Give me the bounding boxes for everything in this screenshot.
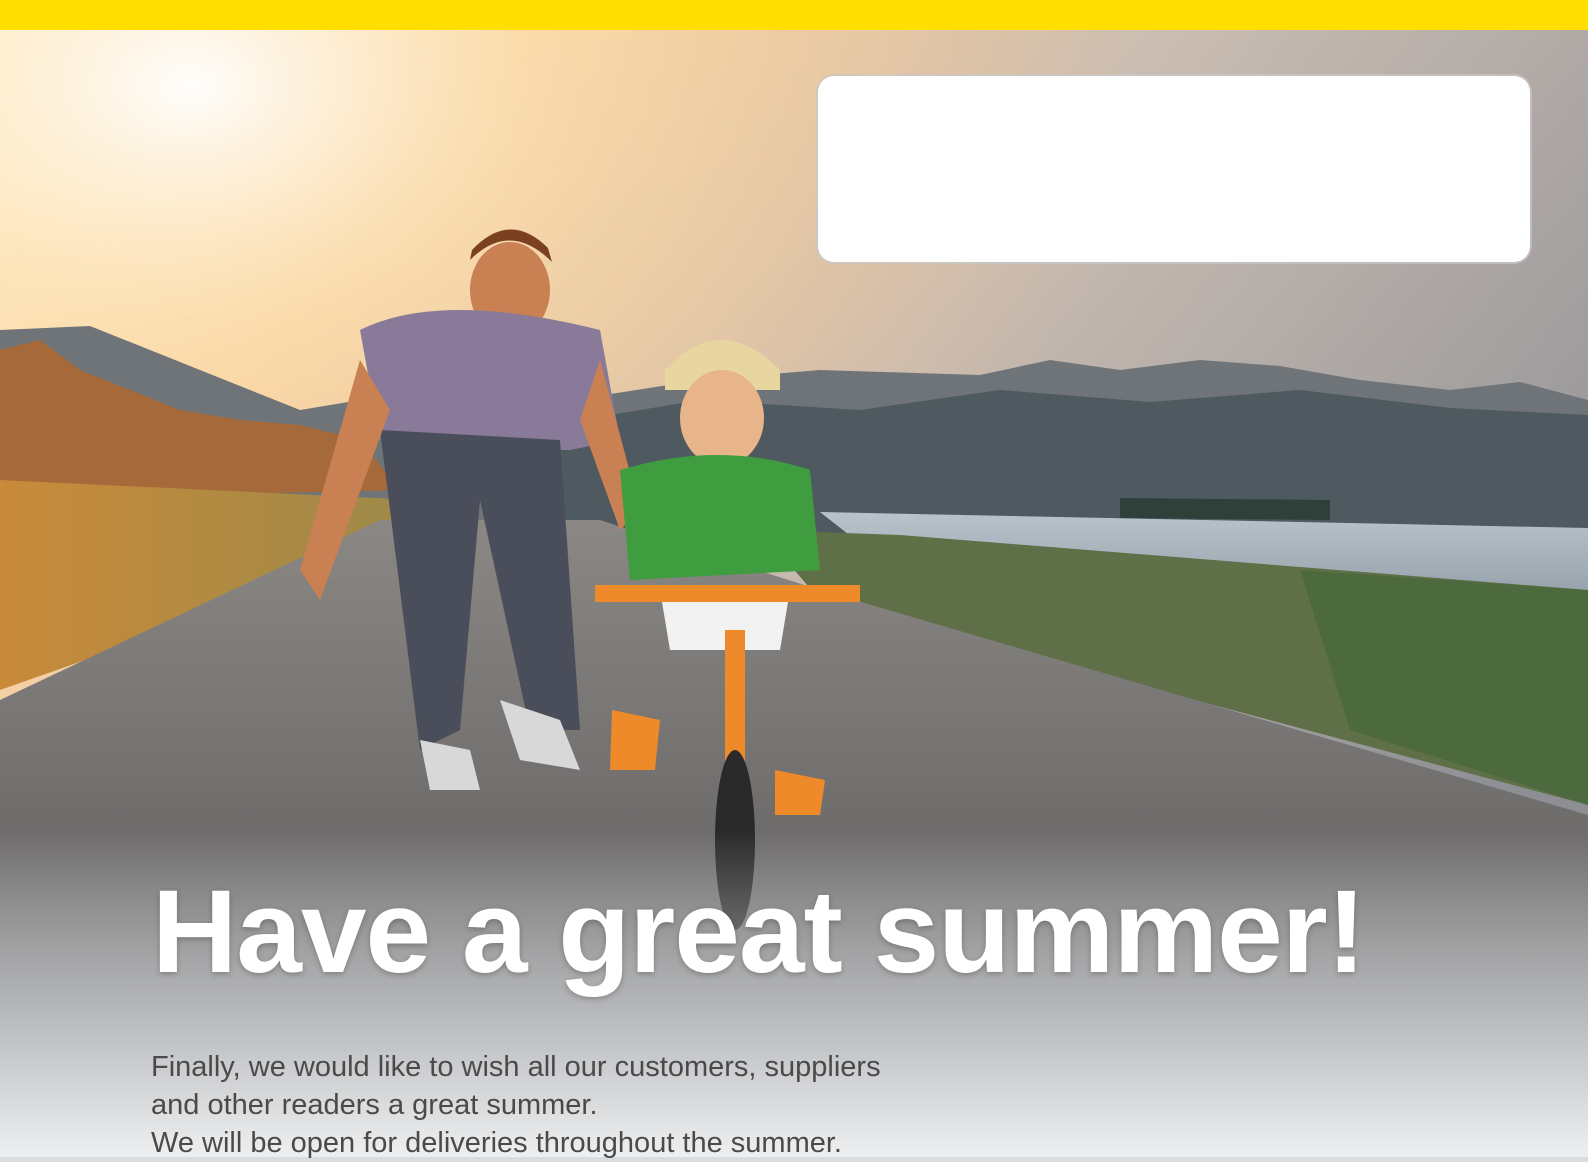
body-line: Finally, we would like to wish all our c… [151, 1051, 881, 1083]
top-accent-bar [0, 0, 1588, 30]
headline: Have a great summer! [152, 866, 1366, 998]
address-window [818, 76, 1530, 262]
body-line: We will be open for deliveries throughou… [151, 1127, 842, 1159]
body-line: and other readers a great summer. [151, 1089, 598, 1121]
body-paragraph: Finally, we would like to wish all our c… [151, 1048, 971, 1162]
